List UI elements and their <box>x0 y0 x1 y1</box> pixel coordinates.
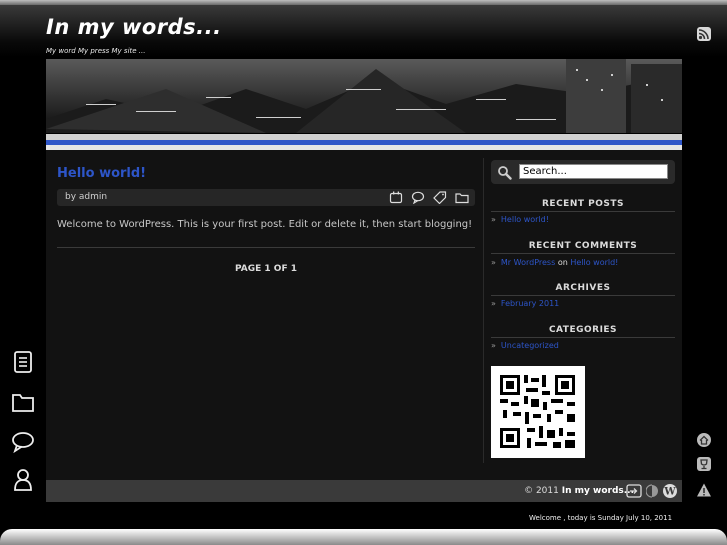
archives-title: ARCHIVES <box>555 283 611 293</box>
header-banner-image <box>46 59 682 133</box>
sidebar-divider <box>483 158 484 463</box>
user-icon[interactable] <box>10 467 36 493</box>
city-night-image <box>46 59 682 133</box>
archive-link[interactable]: February 2011 <box>501 299 559 308</box>
trophy-icon[interactable] <box>696 456 712 472</box>
comment-author-link[interactable]: Mr WordPress <box>501 258 555 267</box>
post-body: Welcome to WordPress. This is your first… <box>57 219 473 230</box>
comment-icon[interactable] <box>411 191 425 204</box>
recent-comment-item: » Mr WordPress on Hello world! <box>491 258 618 267</box>
tag-icon[interactable] <box>433 191 447 204</box>
copyright: © 2011 In my words... <box>524 486 634 496</box>
warning-icon[interactable] <box>696 482 712 498</box>
bullet-icon: » <box>491 299 496 308</box>
folder-icon[interactable] <box>10 389 36 415</box>
site-description: My word My press My site ... <box>46 47 146 55</box>
post-divider <box>57 247 475 248</box>
category-link[interactable]: Uncategorized <box>501 341 559 350</box>
search-icon[interactable] <box>497 165 512 180</box>
post-title[interactable]: Hello world! <box>57 166 146 181</box>
wordpress-icon[interactable]: W <box>662 483 678 499</box>
categories-title: CATEGORIES <box>548 325 618 335</box>
recent-post-item[interactable]: » Hello world! <box>491 215 549 224</box>
theme-toggle-icon[interactable] <box>646 484 658 498</box>
pagination-label: PAGE 1 OF 1 <box>235 264 297 274</box>
bottom-edge-bar <box>0 529 727 545</box>
recent-post-link[interactable]: Hello world! <box>501 215 549 224</box>
widget-divider <box>491 295 675 296</box>
bullet-icon: » <box>491 341 496 350</box>
comments-icon[interactable] <box>10 429 36 455</box>
comment-on-text: on <box>557 258 568 267</box>
site-header: In my words... My word My press My site … <box>0 5 727 57</box>
post-meta-bar: by admin <box>57 189 475 206</box>
login-icon[interactable] <box>626 484 642 498</box>
archive-item[interactable]: » February 2011 <box>491 299 559 308</box>
posts-icon[interactable] <box>10 349 36 375</box>
widget-divider <box>491 253 675 254</box>
bullet-icon: » <box>491 258 496 267</box>
comment-post-link[interactable]: Hello world! <box>570 258 618 267</box>
home-icon[interactable] <box>696 432 712 448</box>
bullet-icon: » <box>491 215 496 224</box>
recent-posts-title: RECENT POSTS <box>542 199 624 209</box>
search-widget <box>491 160 675 184</box>
site-title[interactable]: In my words... <box>46 15 222 39</box>
copyright-year: © 2011 <box>524 486 559 496</box>
folder-icon[interactable] <box>455 191 469 204</box>
calendar-icon[interactable] <box>389 191 403 204</box>
footer-site-name[interactable]: In my words... <box>562 486 634 496</box>
site-footer: © 2011 In my words... W <box>46 480 682 502</box>
post-byline: by admin <box>65 192 108 202</box>
welcome-text: Welcome , today is Sunday July 10, 2011 <box>529 514 673 522</box>
widget-divider <box>491 337 675 338</box>
recent-comments-title: RECENT COMMENTS <box>528 241 638 251</box>
category-item[interactable]: » Uncategorized <box>491 341 559 350</box>
widget-divider <box>491 211 675 212</box>
qr-code-image <box>491 366 585 458</box>
rss-icon[interactable] <box>697 27 711 41</box>
svg-text:W: W <box>663 487 676 498</box>
search-input[interactable] <box>519 164 668 179</box>
